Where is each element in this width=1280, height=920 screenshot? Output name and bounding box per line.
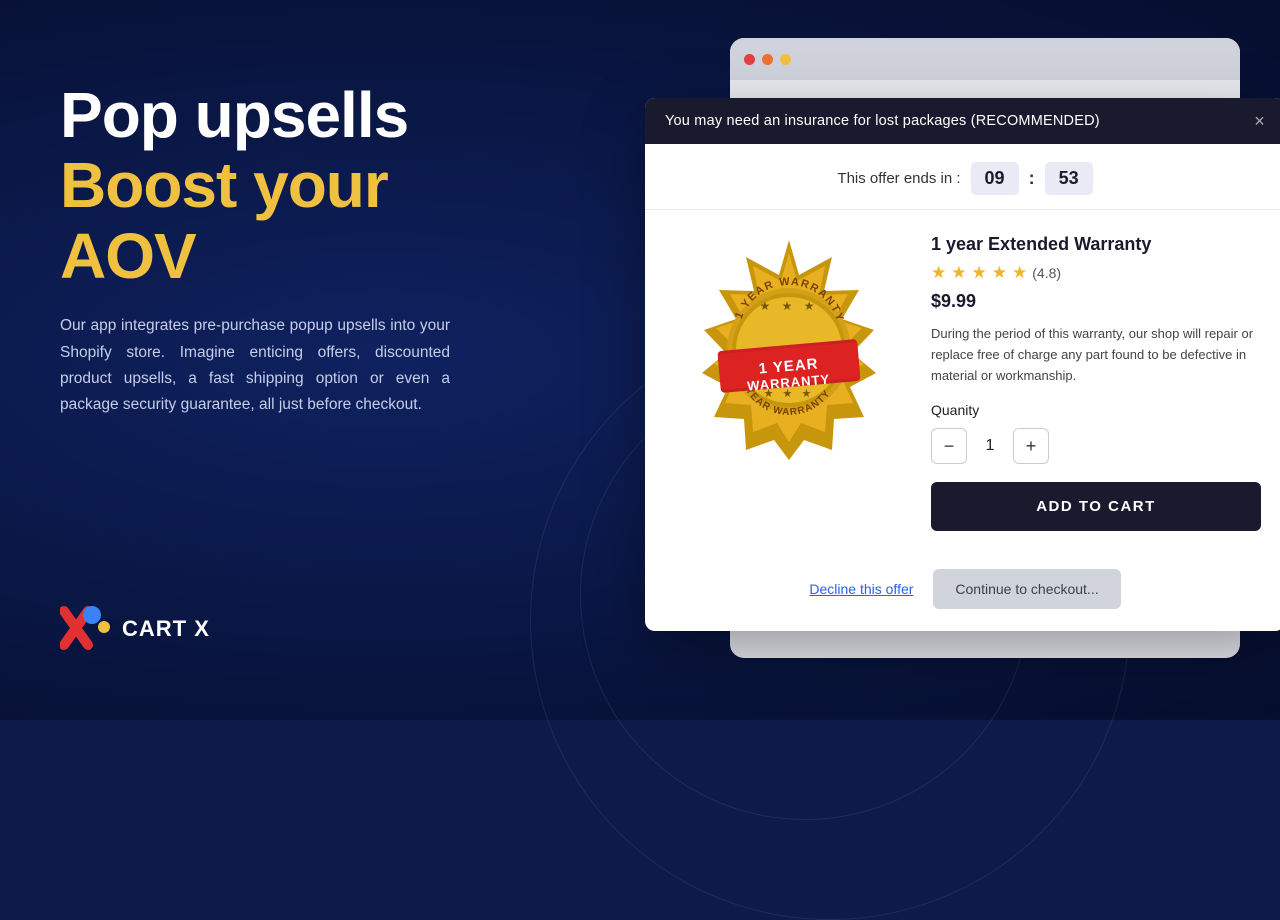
timer-area: This offer ends in : 09 : 53 — [645, 144, 1280, 210]
logo-area: CART X — [60, 603, 210, 655]
star-2: ★ — [951, 263, 966, 283]
left-panel: Pop upsells Boost your AOV Our app integ… — [60, 80, 560, 419]
stars-row: ★ ★ ★ ★ ★ (4.8) — [931, 263, 1261, 283]
timer-label: This offer ends in : — [837, 170, 960, 187]
quantity-input[interactable] — [967, 428, 1013, 464]
star-4: ★ — [992, 263, 1007, 283]
headline-line3: AOV — [60, 221, 560, 291]
product-description: During the period of this warranty, our … — [931, 324, 1261, 386]
popup-header: You may need an insurance for lost packa… — [645, 98, 1280, 144]
star-3: ★ — [972, 263, 987, 283]
rating-text: (4.8) — [1032, 265, 1061, 281]
star-1: ★ — [931, 263, 946, 283]
timer-minutes: 09 — [971, 162, 1019, 195]
continue-checkout-button[interactable]: Continue to checkout... — [933, 569, 1120, 609]
star-half: ★ — [1012, 263, 1027, 283]
warranty-badge-image: ★ ★ ★ 1 YEAR WARRANTY ★ ★ ★ 1 YEAR WARRA… — [674, 235, 904, 465]
timer-seconds: 53 — [1045, 162, 1093, 195]
product-title: 1 year Extended Warranty — [931, 234, 1261, 255]
browser-dot-red — [744, 54, 755, 65]
quantity-row: − + — [931, 428, 1261, 464]
cart-x-logo-icon — [60, 603, 112, 655]
add-to-cart-button[interactable]: ADD TO CART — [931, 482, 1261, 531]
product-info: 1 year Extended Warranty ★ ★ ★ ★ ★ (4.8)… — [931, 230, 1261, 531]
browser-window: You may need an insurance for lost packa… — [730, 38, 1240, 658]
popup-header-text: You may need an insurance for lost packa… — [665, 113, 1100, 129]
description-text: Our app integrates pre-purchase popup up… — [60, 313, 450, 418]
product-area: ★ ★ ★ 1 YEAR WARRANTY ★ ★ ★ 1 YEAR WARRA… — [645, 210, 1280, 551]
upsell-popup: You may need an insurance for lost packa… — [645, 98, 1280, 631]
browser-dot-orange — [762, 54, 773, 65]
decline-offer-button[interactable]: Decline this offer — [809, 581, 913, 597]
browser-dot-yellow — [780, 54, 791, 65]
headline-line1: Pop upsells — [60, 80, 560, 150]
quantity-label: Quanity — [931, 402, 1261, 418]
quantity-increase-button[interactable]: + — [1013, 428, 1049, 464]
logo-text: CART X — [122, 616, 210, 642]
close-button[interactable]: × — [1254, 112, 1265, 130]
svg-text:★ ★ ★: ★ ★ ★ — [760, 299, 819, 313]
popup-footer: Decline this offer Continue to checkout.… — [645, 551, 1280, 631]
quantity-decrease-button[interactable]: − — [931, 428, 967, 464]
headline-line2: Boost your — [60, 150, 560, 220]
product-image-wrap: ★ ★ ★ 1 YEAR WARRANTY ★ ★ ★ 1 YEAR WARRA… — [669, 230, 909, 470]
browser-bar — [730, 38, 1240, 80]
product-price: $9.99 — [931, 291, 1261, 312]
timer-colon: : — [1029, 168, 1035, 189]
